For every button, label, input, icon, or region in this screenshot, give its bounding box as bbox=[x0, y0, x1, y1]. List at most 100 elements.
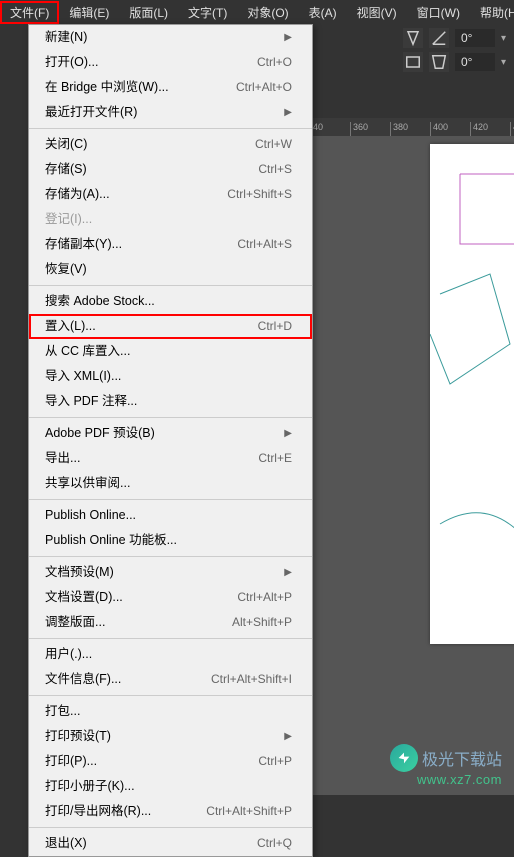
menu-item[interactable]: 在 Bridge 中浏览(W)... Ctrl+Alt+O bbox=[29, 75, 312, 100]
menubar-type[interactable]: 文字(T) bbox=[178, 1, 237, 24]
menu-item[interactable]: 从 CC 库置入... bbox=[29, 339, 312, 364]
shear-angle[interactable]: 0° bbox=[455, 53, 495, 71]
ruler-horizontal: 40 360 380 400 420 440 460 480 bbox=[310, 118, 514, 136]
menu-item[interactable]: 文档设置(D)... Ctrl+Alt+P bbox=[29, 585, 312, 610]
menu-item-shortcut: Ctrl+P bbox=[258, 753, 292, 770]
ruler-tick: 420 bbox=[470, 122, 510, 136]
menu-item[interactable]: 调整版面...Alt+Shift+P bbox=[29, 610, 312, 635]
menu-item-label: 关闭(C) bbox=[45, 136, 87, 153]
ruler-tick: 440 bbox=[510, 122, 514, 136]
menu-item-shortcut: Ctrl+Alt+S bbox=[237, 236, 292, 253]
menu-item-shortcut: Ctrl+E bbox=[258, 450, 292, 467]
menu-item-shortcut: Ctrl+D bbox=[258, 318, 292, 335]
menubar-window[interactable]: 窗口(W) bbox=[407, 1, 470, 24]
menu-item[interactable]: 导出... Ctrl+E bbox=[29, 446, 312, 471]
menu-item[interactable]: 导入 PDF 注释... bbox=[29, 389, 312, 414]
angle-icon bbox=[429, 28, 449, 48]
menu-item-label: 在 Bridge 中浏览(W)... bbox=[45, 79, 169, 96]
menu-item-label: Adobe PDF 预设(B) bbox=[45, 425, 155, 442]
menu-item[interactable]: 退出(X)Ctrl+Q bbox=[29, 831, 312, 856]
menu-item-label: 打印/导出网格(R)... bbox=[45, 803, 151, 820]
menu-item-label: 文档预设(M) bbox=[45, 564, 114, 581]
menu-item-label: 存储(S) bbox=[45, 161, 87, 178]
menubar-table[interactable]: 表(A) bbox=[299, 1, 347, 24]
artboard[interactable] bbox=[430, 144, 514, 644]
menu-item[interactable]: 存储副本(Y)...Ctrl+Alt+S bbox=[29, 232, 312, 257]
menu-item[interactable]: 打包... bbox=[29, 699, 312, 724]
menu-item[interactable]: Adobe PDF 预设(B) ▶ bbox=[29, 421, 312, 446]
menu-item[interactable]: 关闭(C)Ctrl+W bbox=[29, 132, 312, 157]
shear-icon-left[interactable] bbox=[403, 52, 423, 72]
menu-item[interactable]: 存储(S)Ctrl+S bbox=[29, 157, 312, 182]
menu-item-shortcut: Ctrl+Alt+O bbox=[236, 79, 292, 96]
menu-item[interactable]: 打开(O)... Ctrl+O bbox=[29, 50, 312, 75]
menu-item-shortcut: Ctrl+Q bbox=[257, 835, 292, 852]
menu-item[interactable]: 共享以供审阅... bbox=[29, 471, 312, 496]
menubar-view[interactable]: 视图(V) bbox=[347, 1, 407, 24]
menu-item-label: 导入 PDF 注释... bbox=[45, 393, 137, 410]
menu-item[interactable]: 新建(N) ▶ bbox=[29, 25, 312, 50]
menu-item[interactable]: 打印小册子(K)... bbox=[29, 774, 312, 799]
watermark: 极光下载站 www.xz7.com bbox=[390, 744, 502, 787]
menu-item[interactable]: 文件信息(F)...Ctrl+Alt+Shift+I bbox=[29, 667, 312, 692]
menu-item[interactable]: 存储为(A)...Ctrl+Shift+S bbox=[29, 182, 312, 207]
menu-item[interactable]: 最近打开文件(R)▶ bbox=[29, 100, 312, 125]
dropdown-chevron-icon[interactable]: ▾ bbox=[501, 33, 506, 44]
menu-separator bbox=[29, 695, 312, 696]
menu-item-label: 用户(.)... bbox=[45, 646, 92, 663]
menu-separator bbox=[29, 128, 312, 129]
ruler-tick: 400 bbox=[430, 122, 470, 136]
chevron-right-icon: ▶ bbox=[284, 425, 292, 442]
menu-item-shortcut: Ctrl+Alt+Shift+P bbox=[206, 803, 292, 820]
menu-item[interactable]: 置入(L)... Ctrl+D bbox=[29, 314, 312, 339]
menu-item-label: 从 CC 库置入... bbox=[45, 343, 130, 360]
menu-item[interactable]: 用户(.)... bbox=[29, 642, 312, 667]
rotation-angle-1[interactable]: 0° bbox=[455, 29, 495, 47]
menubar-layout[interactable]: 版面(L) bbox=[119, 1, 178, 24]
menu-item: 登记(I)... bbox=[29, 207, 312, 232]
canvas[interactable] bbox=[310, 136, 514, 795]
menu-item[interactable]: 打印预设(T)▶ bbox=[29, 724, 312, 749]
menu-item[interactable]: 文档预设(M) ▶ bbox=[29, 560, 312, 585]
chevron-right-icon: ▶ bbox=[284, 104, 292, 121]
menu-item-label: Publish Online 功能板... bbox=[45, 532, 177, 549]
menu-item-label: 搜索 Adobe Stock... bbox=[45, 293, 155, 310]
menu-item-label: Publish Online... bbox=[45, 507, 136, 524]
dropdown-chevron-icon[interactable]: ▾ bbox=[501, 57, 506, 68]
menu-item-label: 导入 XML(I)... bbox=[45, 368, 121, 385]
menu-item-label: 文档设置(D)... bbox=[45, 589, 123, 606]
menu-item[interactable]: Publish Online... bbox=[29, 503, 312, 528]
menu-item[interactable]: 打印/导出网格(R)... Ctrl+Alt+Shift+P bbox=[29, 799, 312, 824]
menu-item[interactable]: 导入 XML(I)... bbox=[29, 364, 312, 389]
menu-item-label: 文件信息(F)... bbox=[45, 671, 121, 688]
menu-item[interactable]: Publish Online 功能板... bbox=[29, 528, 312, 553]
menu-item-label: 打包... bbox=[45, 703, 80, 720]
menu-item-shortcut: Ctrl+O bbox=[257, 54, 292, 71]
chevron-right-icon: ▶ bbox=[284, 728, 292, 745]
menubar: 文件(F) 编辑(E) 版面(L) 文字(T) 对象(O) 表(A) 视图(V)… bbox=[0, 0, 514, 24]
ruler-tick: 40 bbox=[310, 122, 350, 136]
menu-item-label: 置入(L)... bbox=[45, 318, 96, 335]
menubar-edit[interactable]: 编辑(E) bbox=[59, 1, 119, 24]
menu-item[interactable]: 打印(P)... Ctrl+P bbox=[29, 749, 312, 774]
menu-item-label: 导出... bbox=[45, 450, 80, 467]
menubar-object[interactable]: 对象(O) bbox=[237, 1, 298, 24]
ruler-tick: 380 bbox=[390, 122, 430, 136]
chevron-right-icon: ▶ bbox=[284, 564, 292, 581]
watermark-logo-icon bbox=[390, 744, 418, 772]
menu-separator bbox=[29, 499, 312, 500]
rotate-top-icon[interactable] bbox=[403, 28, 423, 48]
watermark-title: 极光下载站 bbox=[422, 746, 502, 770]
chevron-right-icon: ▶ bbox=[284, 29, 292, 46]
menubar-file[interactable]: 文件(F) bbox=[0, 1, 59, 24]
ruler-tick: 360 bbox=[350, 122, 390, 136]
menubar-help[interactable]: 帮助(H) bbox=[470, 1, 514, 24]
menu-separator bbox=[29, 285, 312, 286]
menu-item[interactable]: 搜索 Adobe Stock... bbox=[29, 289, 312, 314]
menu-item-label: 新建(N) bbox=[45, 29, 87, 46]
menu-item-shortcut: Ctrl+Alt+P bbox=[237, 589, 292, 606]
menu-item-label: 打印小册子(K)... bbox=[45, 778, 135, 795]
menu-item-label: 打开(O)... bbox=[45, 54, 98, 71]
menu-item[interactable]: 恢复(V) bbox=[29, 257, 312, 282]
menu-item-label: 打印(P)... bbox=[45, 753, 97, 770]
